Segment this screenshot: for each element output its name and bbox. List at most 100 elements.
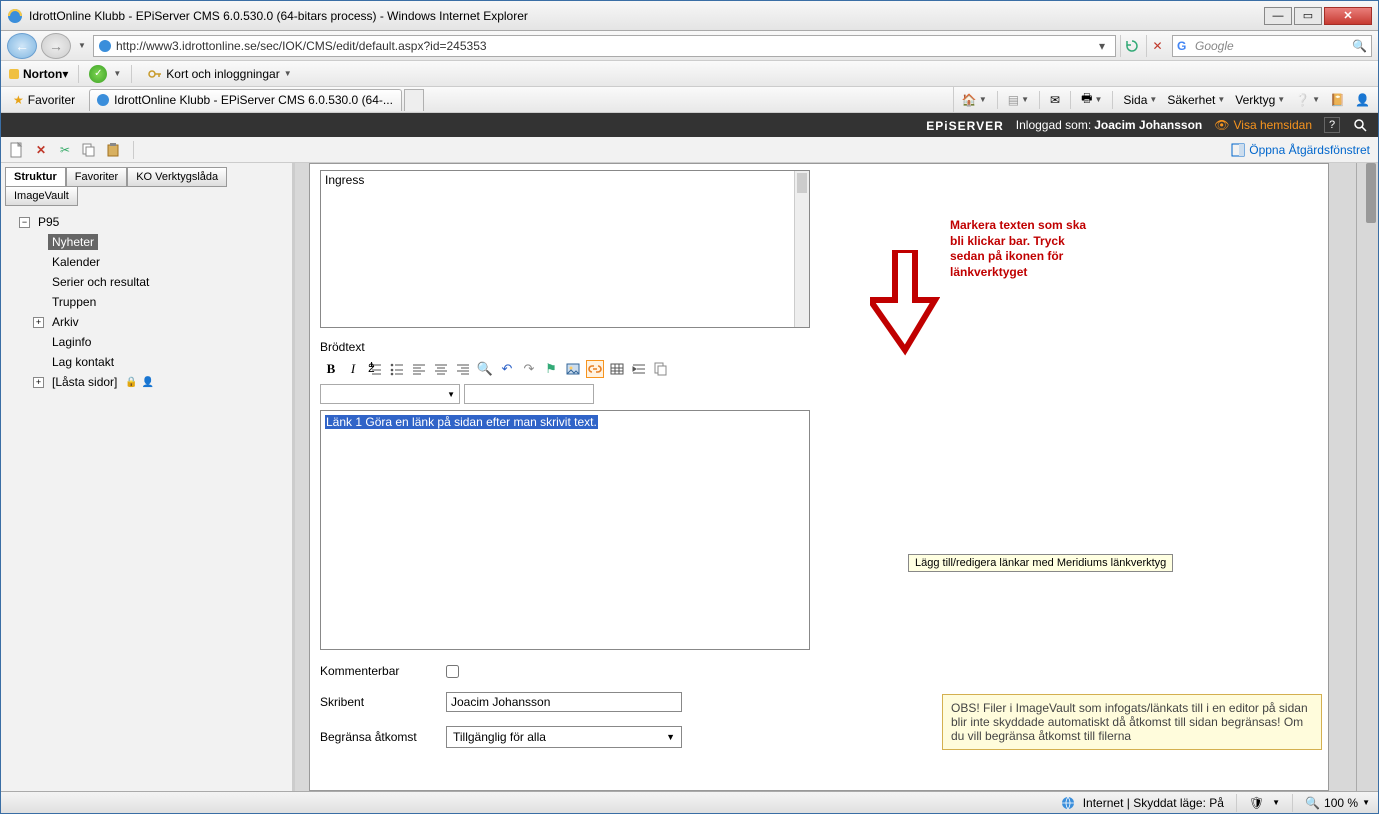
editor-ol-button[interactable]: 12 [366,360,384,378]
browser-tab[interactable]: IdrottOnline Klubb - EPiServer CMS 6.0.5… [89,89,402,111]
tree-item-lagkontakt[interactable]: Lag kontakt [33,352,288,372]
tree-item-serier[interactable]: Serier och resultat [33,272,288,292]
cmd-feeds[interactable]: ▤▼ [1004,91,1033,109]
editor-align-right-button[interactable] [454,360,472,378]
search-go-icon[interactable]: 🔍 [1352,39,1367,53]
editor-find-button[interactable]: 🔍 [476,360,494,378]
expand-icon[interactable]: + [33,377,44,388]
search-box[interactable]: G Google 🔍 [1172,35,1372,57]
editor-selected-text: Länk 1 Göra en länk på sidan efter man s… [325,415,598,429]
star-icon: ★ [13,93,24,107]
editor-toolbar: B I 12 🔍 ↶ ↷ ⚑ [320,358,1318,380]
ingress-textarea[interactable]: Ingress [320,170,810,328]
refresh-button[interactable] [1120,35,1142,57]
editor-redo-button[interactable]: ↷ [520,360,538,378]
left-panel: Struktur Favoriter KO Verktygslåda Image… [1,163,295,791]
panel-scrollbar[interactable] [1356,163,1378,791]
page-tree: −P95 Nyheter Kalender Serier och resulta… [5,212,288,392]
editor-table-button[interactable] [608,360,626,378]
view-site-link[interactable]: 👁 Visa hemsidan [1214,118,1312,132]
tab-page-icon [96,93,110,107]
mail-icon: ✉ [1050,93,1060,107]
eye-icon: 👁 [1214,118,1229,132]
norton-logo[interactable]: Norton ▾ [9,67,68,81]
collapse-icon[interactable]: − [19,217,30,228]
forward-button[interactable]: → [41,33,71,59]
editor-format-dropdown[interactable] [464,384,594,404]
window-maximize-button[interactable]: ▭ [1294,7,1322,25]
editor-style-dropdown[interactable]: ▼ [320,384,460,404]
skribent-input[interactable] [446,692,682,712]
epi-help-button[interactable]: ? [1324,117,1340,133]
window-close-button[interactable]: ✕ [1324,7,1372,25]
delete-icon[interactable]: ✕ [33,142,49,158]
cmd-home[interactable]: 🏠▼ [958,91,991,109]
window-title: IdrottOnline Klubb - EPiServer CMS 6.0.5… [29,9,1264,23]
cmd-extra2[interactable]: 👤 [1351,91,1374,109]
epi-search-button[interactable] [1352,117,1368,133]
zoom-control[interactable]: 🔍 100 % ▼ [1305,796,1370,810]
norton-login-button[interactable]: Kort och inloggningar ▼ [142,64,297,84]
address-bar[interactable]: http://www3.idrottonline.se/sec/IOK/CMS/… [93,35,1116,57]
tab-ko-verktyg[interactable]: KO Verktygslåda [127,167,227,187]
copy-icon[interactable] [81,142,97,158]
tree-item-laginfo[interactable]: Laginfo [33,332,288,352]
rss-icon: ▤ [1008,93,1019,107]
brodtext-editor[interactable]: Länk 1 Göra en länk på sidan efter man s… [320,410,810,650]
cmd-safety[interactable]: Säkerhet▼ [1163,91,1229,109]
back-button[interactable]: ← [7,33,37,59]
norton-status-icon[interactable]: ✓ [89,65,107,83]
cut-icon[interactable]: ✂ [57,142,73,158]
cmd-mail[interactable]: ✉ [1046,91,1064,109]
editor-bold-button[interactable]: B [322,360,340,378]
page-status-icon: 👤 [142,377,154,388]
tree-item-nyheter[interactable]: Nyheter [33,232,288,252]
print-icon: 🖶 [1081,89,1092,110]
expand-icon[interactable]: + [33,317,44,328]
window-minimize-button[interactable]: — [1264,7,1292,25]
cmd-page[interactable]: Sida▼ [1119,91,1161,109]
protected-mode-icon[interactable]: 🛡 [1249,796,1264,810]
help-icon: ❔ [1295,93,1310,107]
editor-align-left-button[interactable] [410,360,428,378]
svg-text:2: 2 [368,362,375,375]
tree-item-lasta[interactable]: +[Låsta sidor] 🔒👤 [33,372,288,392]
tree-item-kalender[interactable]: Kalender [33,252,288,272]
cmd-extra1[interactable]: 📔 [1326,91,1349,109]
cmd-tools[interactable]: Verktyg▼ [1231,91,1289,109]
new-page-icon[interactable] [9,142,25,158]
nav-history-dropdown[interactable]: ▼ [75,33,89,59]
annotation-text: Markera texten som ska bli klickar bar. … [950,218,1190,280]
tree-item-truppen[interactable]: Truppen [33,292,288,312]
stop-button[interactable]: ✕ [1146,35,1168,57]
editor-source-button[interactable] [652,360,670,378]
episerver-header: EPiSERVER Inloggad som: Joacim Johansson… [1,113,1378,137]
paste-icon[interactable] [105,142,121,158]
editor-align-center-button[interactable] [432,360,450,378]
address-dropdown[interactable]: ▾ [1093,37,1111,55]
episerver-logo: EPiSERVER [926,118,1003,133]
editor-anchor-button[interactable]: ⚑ [542,360,560,378]
editor-italic-button[interactable]: I [344,360,362,378]
chevron-down-icon: ▼ [666,732,675,742]
editor-image-button[interactable] [564,360,582,378]
open-action-panel-link[interactable]: Öppna Åtgärdsfönstret [1231,143,1370,157]
tab-imagevault[interactable]: ImageVault [5,186,78,206]
tree-root[interactable]: −P95 [19,212,288,232]
tree-item-arkiv[interactable]: +Arkiv [33,312,288,332]
begransa-select[interactable]: Tillgänglig för alla ▼ [446,726,682,748]
annotation-arrow-icon [870,250,940,360]
ingress-label: Ingress [325,173,364,187]
editor-link-button[interactable] [586,360,604,378]
cmd-help[interactable]: ❔▼ [1291,91,1324,109]
kommenterbar-checkbox[interactable] [446,665,459,678]
tab-struktur[interactable]: Struktur [5,167,66,187]
editor-ul-button[interactable] [388,360,406,378]
cmd-print[interactable]: 🖶▼ [1077,87,1106,112]
new-tab-button[interactable] [404,89,424,111]
favorites-button[interactable]: ★ Favoriter [5,91,83,109]
editor-indent-button[interactable] [630,360,648,378]
editor-undo-button[interactable]: ↶ [498,360,516,378]
ingress-scrollbar[interactable] [794,171,809,327]
tab-favoriter[interactable]: Favoriter [66,167,127,187]
